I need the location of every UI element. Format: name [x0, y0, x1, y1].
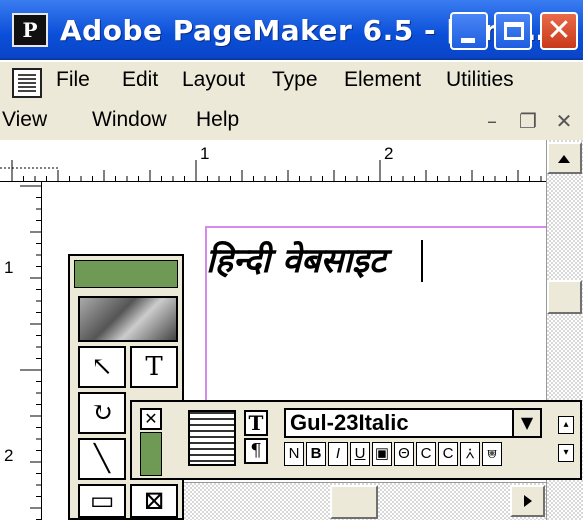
rotate-tool[interactable]: ↻ — [78, 392, 126, 434]
scroll-up-icon — [558, 155, 570, 163]
text-block[interactable]: हिन्दी वेबसाइट — [206, 236, 386, 282]
apply-button-icon[interactable] — [188, 410, 236, 466]
menu-help[interactable]: Help — [196, 108, 239, 132]
close-icon: ✕ — [144, 409, 158, 428]
doc-close-button[interactable]: ✕ — [550, 108, 578, 134]
menu-window[interactable]: Window — [92, 108, 167, 132]
frame-tool[interactable]: ⊠ — [130, 484, 178, 518]
margin-guide-top — [205, 226, 546, 228]
text-tool-icon: T — [145, 352, 163, 382]
style-normal-button[interactable]: N — [284, 442, 304, 466]
control-palette-title-bar[interactable] — [140, 432, 162, 476]
scroll-right-button[interactable] — [510, 485, 545, 517]
font-name-value: Gul-23Italic — [290, 410, 409, 435]
close-icon: ✕ — [546, 13, 572, 48]
ruler-h-label-2: 2 — [384, 144, 394, 163]
control-palette-close-button[interactable]: ✕ — [140, 408, 162, 430]
text-cursor — [421, 240, 423, 282]
pagemaker-app-icon[interactable]: P — [12, 13, 48, 47]
minimize-icon — [461, 38, 475, 43]
menu-view[interactable]: View — [2, 108, 47, 132]
toolbox-title-bar[interactable] — [74, 260, 178, 288]
vertical-ruler[interactable]: 1 2 — [0, 182, 42, 520]
pointer-icon: ↖ — [91, 352, 113, 382]
minimize-button[interactable] — [450, 12, 488, 50]
menu-type[interactable]: Type — [272, 68, 318, 92]
ruler-h-label-1: 1 — [200, 144, 210, 163]
line-icon: ╲ — [94, 444, 110, 474]
toolbox-image-preview — [78, 296, 178, 342]
maximize-icon — [504, 22, 524, 40]
style-superscript-button[interactable]: ⩑ — [460, 442, 480, 466]
maximize-button[interactable] — [494, 12, 532, 50]
horizontal-scrollbar[interactable] — [180, 482, 546, 520]
app-icon-letter: P — [22, 18, 38, 42]
menu-layout[interactable]: Layout — [182, 68, 245, 92]
pointer-tool[interactable]: ↖ — [78, 346, 126, 388]
scroll-right-icon — [524, 495, 532, 507]
style-italic-button[interactable]: I — [328, 442, 348, 466]
paragraph-mode-button[interactable]: ¶ — [244, 438, 268, 464]
menu-utilities[interactable]: Utilities — [446, 68, 514, 92]
document-icon[interactable] — [12, 68, 42, 98]
ruler-v-label-1: 1 — [4, 258, 14, 277]
style-bold-button[interactable]: B — [306, 442, 326, 466]
menu-file[interactable]: File — [56, 68, 90, 92]
rotate-icon: ↻ — [91, 398, 113, 428]
menu-edit[interactable]: Edit — [122, 68, 158, 92]
control-palette[interactable]: ✕ T ¶ Gul-23Italic ▼ N B I U ▣ Θ C C ⩑ ⩐… — [130, 400, 582, 480]
ruler-v-label-2: 2 — [4, 446, 14, 465]
palette-nudge-up-button[interactable]: ▴ — [558, 416, 574, 434]
menu-element[interactable]: Element — [344, 68, 421, 92]
doc-minimize-button[interactable]: – — [478, 108, 506, 134]
horizontal-ruler[interactable]: 1 2 — [0, 140, 546, 182]
line-tool[interactable]: ╲ — [78, 438, 126, 480]
horizontal-scroll-thumb[interactable] — [330, 485, 378, 519]
chevron-down-icon: ▼ — [520, 413, 534, 432]
style-strikethru-button[interactable]: Θ — [394, 442, 414, 466]
palette-nudge-down-button[interactable]: ▾ — [558, 444, 574, 462]
close-button[interactable]: ✕ — [540, 12, 578, 50]
style-subscript-button[interactable]: ⩐ — [482, 442, 502, 466]
rectangle-tool[interactable]: ▭ — [78, 484, 126, 518]
vertical-ruler-ticks — [20, 185, 42, 520]
title-bar[interactable]: P Adobe PageMaker 6.5 - [Unt… ✕ — [0, 0, 583, 60]
style-underline-button[interactable]: U — [350, 442, 370, 466]
vertical-scroll-thumb[interactable] — [547, 280, 582, 314]
scroll-up-button[interactable] — [547, 142, 582, 174]
style-reverse-button[interactable]: ▣ — [372, 442, 392, 466]
menu-bar: File Edit Layout Type Element Utilities … — [0, 62, 583, 140]
character-mode-button[interactable]: T — [244, 410, 268, 436]
horizontal-ruler-ticks — [0, 160, 542, 182]
font-dropdown-button[interactable]: ▼ — [512, 410, 540, 436]
toolbox-palette[interactable]: ↖ T ↻ ╲ ▭ ⊠ — [68, 254, 184, 520]
rectangle-icon: ▭ — [89, 486, 115, 516]
doc-restore-button[interactable]: ❐ — [514, 108, 542, 134]
style-allcaps-button[interactable]: C — [416, 442, 436, 466]
style-smallcaps-button[interactable]: C — [438, 442, 458, 466]
font-name-field[interactable]: Gul-23Italic — [284, 408, 542, 438]
text-tool[interactable]: T — [130, 346, 178, 388]
frame-icon: ⊠ — [143, 486, 165, 516]
